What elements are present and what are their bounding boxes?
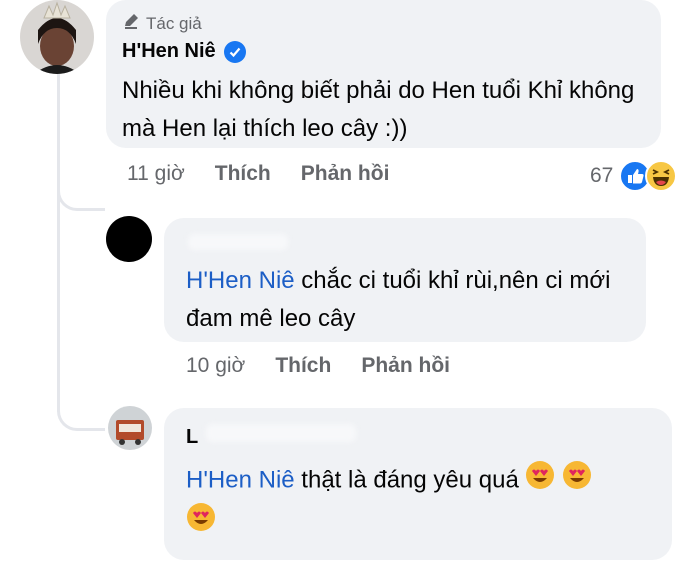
author-pen-icon	[122, 12, 140, 35]
reply-bubble-1: H'Hen Niê chắc ci tuổi khỉ rùi,nên ci mớ…	[164, 218, 646, 342]
reply-time-1[interactable]: 10 giờ	[186, 354, 245, 378]
comment-author-name[interactable]: H'Hen Niê	[122, 40, 216, 63]
avatar-hhen-nie[interactable]	[20, 0, 94, 74]
haha-icon	[645, 160, 678, 198]
thread-line-main	[57, 72, 60, 412]
reaction-count: 67	[590, 164, 614, 187]
comment-actions: 11 giờ Thích Phản hồi	[127, 162, 389, 186]
reply-reply-button-1[interactable]: Phản hồi	[361, 354, 450, 378]
thread-line-branch-1	[57, 170, 105, 211]
comment-time[interactable]: 11 giờ	[127, 162, 185, 186]
reply-avatar-1[interactable]	[106, 216, 152, 262]
mention-link-2[interactable]: H'Hen Niê	[186, 466, 295, 493]
reply-bubble-2: L H'Hen Niê thật là đáng yêu quá	[164, 408, 672, 560]
reply-text-1: H'Hen Niê chắc ci tuổi khỉ rùi,nên ci mớ…	[186, 262, 636, 338]
heart-eyes-emoji-1	[525, 460, 555, 502]
redacted-author-name	[188, 234, 288, 250]
reaction-summary[interactable]: 67	[590, 160, 678, 192]
verified-badge-icon	[223, 40, 246, 63]
reply-avatar-2[interactable]	[108, 406, 152, 450]
comment-text: Nhiều khi không biết phải do Hen tuổi Kh…	[122, 77, 635, 142]
heart-eyes-emoji-3	[186, 502, 216, 544]
author-badge: Tác giả	[122, 12, 202, 35]
reply-author-initial-2[interactable]: L	[186, 426, 198, 449]
redacted-author-name-2	[206, 424, 356, 442]
reply-text-2: H'Hen Niê thật là đáng yêu quá	[186, 460, 666, 544]
mention-link[interactable]: H'Hen Niê	[186, 267, 295, 294]
like-button[interactable]: Thích	[215, 162, 271, 186]
reply-like-button-1[interactable]: Thích	[275, 354, 331, 378]
comment-bubble: Tác giả H'Hen Niê Nhiều khi không biết p…	[106, 0, 661, 148]
author-badge-label: Tác giả	[146, 13, 202, 33]
reply-actions-1: 10 giờ Thích Phản hồi	[186, 354, 450, 378]
reply-body-2: thật là đáng yêu quá	[301, 466, 519, 494]
comment-author: H'Hen Niê	[122, 40, 246, 63]
reply-button[interactable]: Phản hồi	[301, 162, 390, 186]
heart-eyes-emoji-2	[562, 460, 592, 502]
thread-line-branch-2	[57, 390, 105, 431]
